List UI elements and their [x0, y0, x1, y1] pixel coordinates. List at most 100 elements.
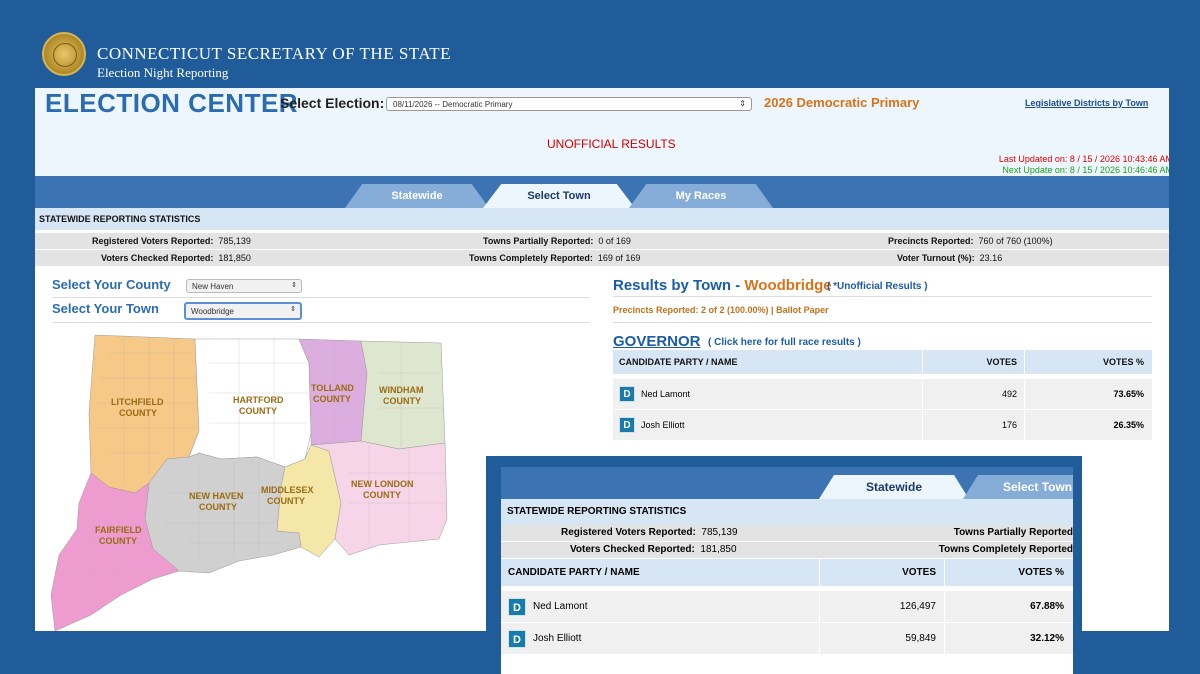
unofficial-results-banner: UNOFFICIAL RESULTS	[547, 137, 676, 151]
top-bar: ELECTION CENTER Select Election: 08/11/2…	[35, 88, 1169, 176]
election-name: 2026 Democratic Primary	[764, 95, 920, 110]
stats-row: Registered Voters Reported: 785,139 Town…	[501, 525, 1073, 541]
svg-text:FAIRFIELDCOUNTY: FAIRFIELD COUNTY	[95, 525, 142, 546]
tab-select-town[interactable]: Select Town	[483, 184, 635, 208]
state-seal-icon	[42, 32, 86, 76]
registered-voters-value: 785,139	[218, 236, 251, 246]
org-title: CONNECTICUT SECRETARY OF THE STATE	[97, 44, 451, 63]
towns-complete-label: Towns Completely Reported:	[469, 253, 593, 263]
chevron-updown-icon: ⇕	[290, 306, 296, 313]
candidate-name: Ned Lamont	[533, 601, 588, 612]
inset-tab-select-town[interactable]: Select Town	[963, 475, 1073, 499]
party-badge: D	[508, 597, 526, 616]
voters-checked-value: 181,850	[218, 253, 251, 263]
tab-my-races[interactable]: My Races	[629, 184, 773, 208]
turnout-label: Voter Turnout (%):	[897, 253, 975, 263]
chevron-updown-icon: ⇕	[739, 99, 746, 108]
votes: 492	[922, 379, 1024, 409]
voters-checked-label: Voters Checked Reported:	[570, 544, 695, 555]
county-map[interactable]: LITCHFIELD COUNTY HARTFORD COUNTY TOLLAND C…	[49, 333, 449, 631]
towns-partial-label: Towns Partially Reported:	[483, 236, 594, 246]
county-select[interactable]: New Haven ⇕	[186, 279, 302, 293]
unofficial-note: ( *Unofficial Results )	[827, 281, 928, 292]
svg-text:HARTFORDCOUNTY: HARTFORD COUNTY	[233, 395, 284, 416]
candidate-name: Josh Elliott	[533, 633, 582, 644]
results-title: Results by Town - Woodbridge	[613, 277, 832, 294]
results-town: Woodbridge	[744, 277, 832, 294]
candidate-name: Ned Lamont	[641, 389, 691, 399]
table-row: D Ned Lamont 126,497 67.88%	[501, 590, 1073, 622]
svg-text:TOLLANDCOUNTY: TOLLAND COUNTY	[311, 383, 354, 404]
statewide-inset: Statewide Select Town STATEWIDE REPORTIN…	[486, 456, 1082, 674]
county-label: Select Your County	[52, 277, 171, 292]
county-select-value: New Haven	[192, 282, 234, 291]
candidate-name: Josh Elliott	[641, 420, 685, 430]
voters-checked-value: 181,850	[700, 544, 737, 555]
votes: 59,849	[819, 623, 944, 654]
precincts-label: Precincts Reported:	[888, 236, 974, 246]
turnout-value: 23.16	[979, 253, 1003, 263]
col-candidate: CANDIDATE PARTY / NAME	[619, 357, 738, 367]
towns-partial-value: 0 of 169	[598, 236, 631, 246]
party-badge: D	[508, 629, 526, 648]
last-updated: Last Updated on: 8 / 15 / 2026 10:43:46 …	[998, 154, 1169, 164]
svg-text:WINDHAMCOUNTY: WINDHAM COUNTY	[379, 385, 424, 406]
votes-pct: 32.12%	[944, 623, 1073, 654]
inset-stats-heading: STATEWIDE REPORTING STATISTICS	[501, 499, 1073, 525]
select-election-value: 08/11/2026 -- Democratic Primary	[393, 100, 513, 109]
race-title-governor[interactable]: GOVERNOR	[613, 333, 701, 350]
votes: 176	[922, 410, 1024, 440]
towns-complete-label: Towns Completely Reported	[938, 544, 1073, 555]
stats-row: Voters Checked Reported: 181,850 Towns C…	[501, 542, 1073, 558]
col-votes: VOTES	[819, 559, 944, 586]
col-candidate: CANDIDATE PARTY / NAME	[508, 567, 640, 578]
precincts-reported: Precincts Reported: 2 of 2 (100.00%) | B…	[613, 305, 829, 315]
towns-complete-value: 169 of 169	[597, 253, 641, 263]
votes-pct: 67.88%	[944, 591, 1073, 622]
towns-partial-label: Towns Partially Reported	[953, 527, 1073, 538]
tab-statewide[interactable]: Statewide	[345, 184, 489, 208]
divider	[613, 322, 1152, 323]
registered-voters-value: 785,139	[701, 527, 738, 538]
divider	[52, 297, 590, 298]
divider	[613, 296, 1152, 297]
tab-bar: Statewide Select Town My Races	[35, 176, 1169, 208]
select-election-label: Select Election:	[280, 95, 385, 111]
stats-row: Voters Checked Reported: 181,850 Towns C…	[35, 250, 1169, 266]
next-update: Next Update on: 8 / 15 / 2026 10:46:46 A…	[1002, 165, 1169, 175]
map-label-litchfield: LITCHFIELD COUNTY	[111, 397, 164, 418]
county-windham[interactable]	[360, 340, 446, 450]
table-header: CANDIDATE PARTY / NAME VOTES VOTES %	[613, 350, 1152, 374]
table-header: CANDIDATE PARTY / NAME VOTES VOTES %	[501, 559, 1073, 586]
county-new-haven[interactable]	[144, 452, 302, 574]
app-title: ELECTION CENTER	[45, 88, 299, 118]
org-subtitle: Election Night Reporting	[97, 65, 229, 80]
party-badge: D	[619, 417, 635, 433]
results-title-prefix: Results by Town -	[613, 277, 745, 294]
col-votes: VOTES	[922, 350, 1024, 374]
full-race-results-link[interactable]: ( Click here for full race results )	[708, 337, 861, 348]
table-row: D Ned Lamont 492 73.65%	[613, 378, 1152, 409]
col-votes-pct: VOTES %	[1024, 350, 1152, 374]
legislative-districts-link[interactable]: Legislative Districts by Town	[1025, 98, 1148, 108]
col-votes-pct: VOTES %	[944, 559, 1073, 586]
town-select-value: Woodbridge	[191, 307, 234, 316]
town-label: Select Your Town	[52, 301, 159, 316]
divider	[52, 322, 590, 323]
results-table: CANDIDATE PARTY / NAME VOTES VOTES % D Ne…	[613, 350, 1152, 440]
table-row: D Josh Elliott 176 26.35%	[613, 409, 1152, 440]
stats-heading: STATEWIDE REPORTING STATISTICS	[35, 208, 1169, 230]
party-badge: D	[619, 386, 635, 402]
town-select[interactable]: Woodbridge ⇕	[184, 302, 302, 320]
inset-tab-bar: Statewide Select Town	[501, 467, 1073, 499]
inset-results-table: CANDIDATE PARTY / NAME VOTES VOTES % D Ne…	[501, 559, 1073, 654]
registered-voters-label: Registered Voters Reported:	[92, 236, 214, 246]
inset-tab-statewide[interactable]: Statewide	[819, 475, 969, 499]
select-election-dropdown[interactable]: 08/11/2026 -- Democratic Primary ⇕	[386, 97, 752, 111]
votes-pct: 73.65%	[1024, 379, 1152, 409]
votes-pct: 26.35%	[1024, 410, 1152, 440]
votes: 126,497	[819, 591, 944, 622]
chevron-updown-icon: ⇕	[291, 282, 297, 289]
precincts-value: 760 of 760 (100%)	[978, 236, 1053, 246]
registered-voters-label: Registered Voters Reported:	[561, 527, 696, 538]
